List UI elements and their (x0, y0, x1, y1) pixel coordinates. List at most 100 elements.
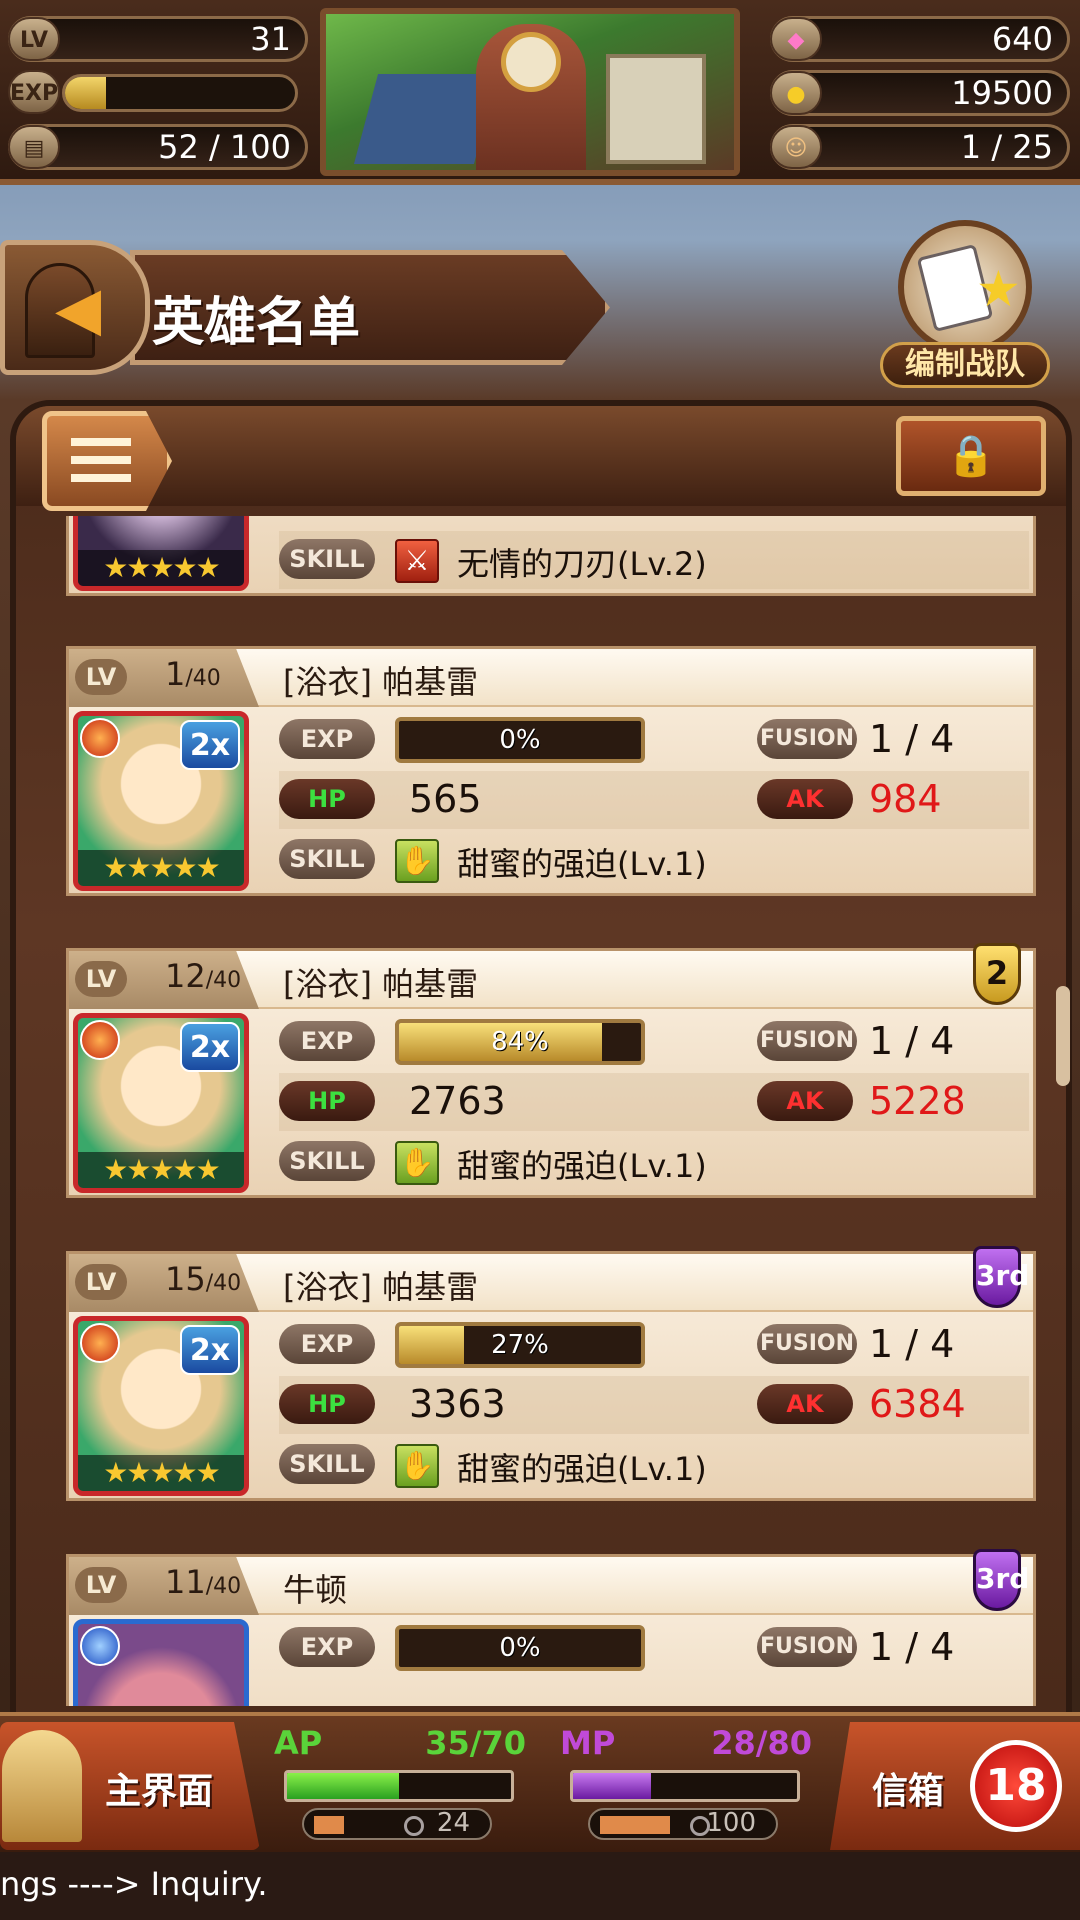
title-banner: ◀ 英雄名单 (0, 240, 640, 375)
skill-row: SKILL ✋ 甜蜜的强迫(Lv.1) (279, 1133, 1029, 1191)
level-value: 31 (250, 20, 291, 58)
hero-level: 12/40 (165, 957, 241, 995)
hero-card-header: LV 11/40 牛顿 3rd (69, 1549, 1033, 1615)
mp-timer: 100 (588, 1808, 778, 1840)
back-button[interactable]: ◀ (0, 240, 150, 375)
lock-button[interactable]: 🔒 (896, 416, 1046, 496)
hero-portrait: 2x ★★★★★ (73, 1316, 249, 1496)
level-tab: LV 12/40 (69, 951, 259, 1009)
hero-name: [浴衣] 帕基雷 (283, 965, 479, 1003)
fusion-value: 1 / 4 (869, 717, 955, 761)
ak-tag: AK (757, 1384, 853, 1424)
hero-level-max: /40 (185, 666, 221, 691)
ap-timer-value: 24 (436, 1808, 470, 1838)
edit-team-label: 编制战队 (880, 342, 1050, 388)
gold-coin-icon: ● (770, 71, 822, 115)
hp-tag: HP (279, 1384, 375, 1424)
mp-label: MP (560, 1724, 616, 1762)
fusion-value: 1 / 4 (869, 1019, 955, 1063)
ap-timer-fill (314, 1816, 344, 1834)
skill-tag: SKILL (279, 1141, 375, 1181)
exp-row: EXP 27% FUSION 1 / 4 (279, 1316, 1029, 1374)
rank-badge: 3rd (973, 1246, 1029, 1308)
sweet-skill-icon: ✋ (395, 1141, 439, 1185)
diamond-icon: ◆ (770, 17, 822, 61)
lv-label: LV (75, 961, 127, 997)
skill-tag: SKILL (279, 1444, 375, 1484)
skill-name: 无情的刀刃(Lv.2) (457, 545, 707, 583)
town-view-image[interactable] (320, 8, 740, 176)
friends-value: 1 / 25 (960, 128, 1053, 166)
hero-card[interactable]: ★★★★★ SKILL ⚔ 无情的刀刃(Lv.2) (66, 516, 1036, 596)
hero-exp-bar: 84% (395, 1019, 645, 1065)
list-menu-icon (71, 438, 131, 488)
status-bar: 31 LV EXP 52 / 100 ▤ 640 ◆ 19500 ● 1 / 2… (0, 0, 1080, 185)
water-element-icon (80, 1626, 120, 1666)
hero-card[interactable]: LV 15/40 [浴衣] 帕基雷 3rd 2x ★★★★★ EXP 27% F… (66, 1246, 1036, 1501)
hp-tag: HP (279, 1081, 375, 1121)
home-label: 主界面 (105, 1771, 214, 1812)
hero-level-max: /40 (205, 968, 242, 993)
hero-exp-text: 84% (491, 1027, 549, 1057)
hero-card[interactable]: LV 11/40 牛顿 3rd EXP 0% FUSION 1 / 4 (66, 1549, 1036, 1706)
ap-value: 35/70 (425, 1724, 526, 1762)
edit-team-button[interactable]: ★ 编制战队 (880, 220, 1050, 390)
hero-exp-bar: 0% (395, 1625, 645, 1671)
stats-row: HP 565 AK 984 (279, 771, 1029, 829)
hero-portrait: 2x ★★★★★ (73, 711, 249, 891)
star-icon: ★ (976, 260, 1021, 318)
clock-icon (404, 1816, 424, 1836)
skill-name: 甜蜜的强迫(Lv.1) (457, 1147, 707, 1185)
skill-row: SKILL ✋ 甜蜜的强迫(Lv.1) (279, 1436, 1029, 1494)
fire-element-icon (80, 718, 120, 758)
list-scrollbar[interactable] (1056, 986, 1070, 1086)
hero-card-header: LV 1/40 [浴衣] 帕基雷 (69, 649, 1033, 707)
skill-name: 甜蜜的强迫(Lv.1) (457, 845, 707, 883)
hero-exp-text: 27% (491, 1330, 549, 1360)
hero-exp-text: 0% (499, 1633, 541, 1663)
page-title: 英雄名单 (152, 293, 361, 353)
skill-name: 甜蜜的强迫(Lv.1) (457, 1450, 707, 1488)
sort-menu-button[interactable] (42, 411, 172, 511)
mp-value: 28/80 (711, 1724, 812, 1762)
hero-level: 11/40 (165, 1563, 241, 1601)
skill-tag: SKILL (279, 839, 375, 879)
mp-meter: MP 28/80 100 (548, 1722, 828, 1850)
hero-list[interactable]: ★★★★★ SKILL ⚔ 无情的刀刃(Lv.2) LV 1/40 [浴衣] 帕… (56, 516, 1036, 1706)
hero-card[interactable]: LV 12/40 [浴衣] 帕基雷 2 2x ★★★★★ EXP 84% FUS… (66, 943, 1036, 1198)
bottom-bar: 主界面 AP 35/70 24 MP 28/80 100 信箱 18 (0, 1712, 1080, 1852)
exp-row: EXP 0% FUSION 1 / 4 (279, 711, 1029, 769)
ap-meter: AP 35/70 24 (262, 1722, 542, 1850)
hero-portrait: ★★★★★ (73, 516, 249, 591)
hp-value: 3363 (409, 1382, 506, 1426)
hp-tag: HP (279, 779, 375, 819)
skill-row: SKILL ⚔ 无情的刀刃(Lv.2) (279, 531, 1029, 589)
skill-tag: SKILL (279, 539, 375, 579)
mp-timer-value: 100 (706, 1808, 756, 1838)
hero-portrait: 2x ★★★★★ (73, 1013, 249, 1193)
hero-level: 15/40 (165, 1260, 241, 1298)
lock-icon: 🔒 (946, 433, 996, 479)
ap-timer: 24 (302, 1808, 492, 1840)
exp-label: EXP (10, 81, 59, 106)
home-button[interactable]: 主界面 (0, 1722, 260, 1850)
rarity-stars: ★★★★★ (78, 850, 244, 886)
ap-bar (284, 1770, 514, 1802)
hero-card[interactable]: LV 1/40 [浴衣] 帕基雷 2x ★★★★★ EXP 0% FUSION (66, 646, 1036, 896)
hero-portrait (73, 1619, 249, 1706)
hero-level-value: 11 (165, 1563, 206, 1601)
mp-bar-fill (573, 1773, 652, 1799)
fusion-value: 1 / 4 (869, 1625, 955, 1669)
lv-label: LV (75, 659, 127, 695)
hero-level-max: /40 (205, 1574, 242, 1599)
exp-tag: EXP (279, 1627, 375, 1667)
ak-value: 984 (869, 777, 942, 821)
hero-exp-bar: 0% (395, 717, 645, 763)
fusion-tag: FUSION (757, 719, 857, 759)
hero-level-max: /40 (205, 1271, 242, 1296)
player-exp-fill (65, 77, 107, 109)
fusion-tag: FUSION (757, 1627, 857, 1667)
panel-header: 🔒 (16, 406, 1066, 511)
mailbox-button[interactable]: 信箱 18 (830, 1722, 1080, 1850)
ak-value: 6384 (869, 1382, 966, 1426)
